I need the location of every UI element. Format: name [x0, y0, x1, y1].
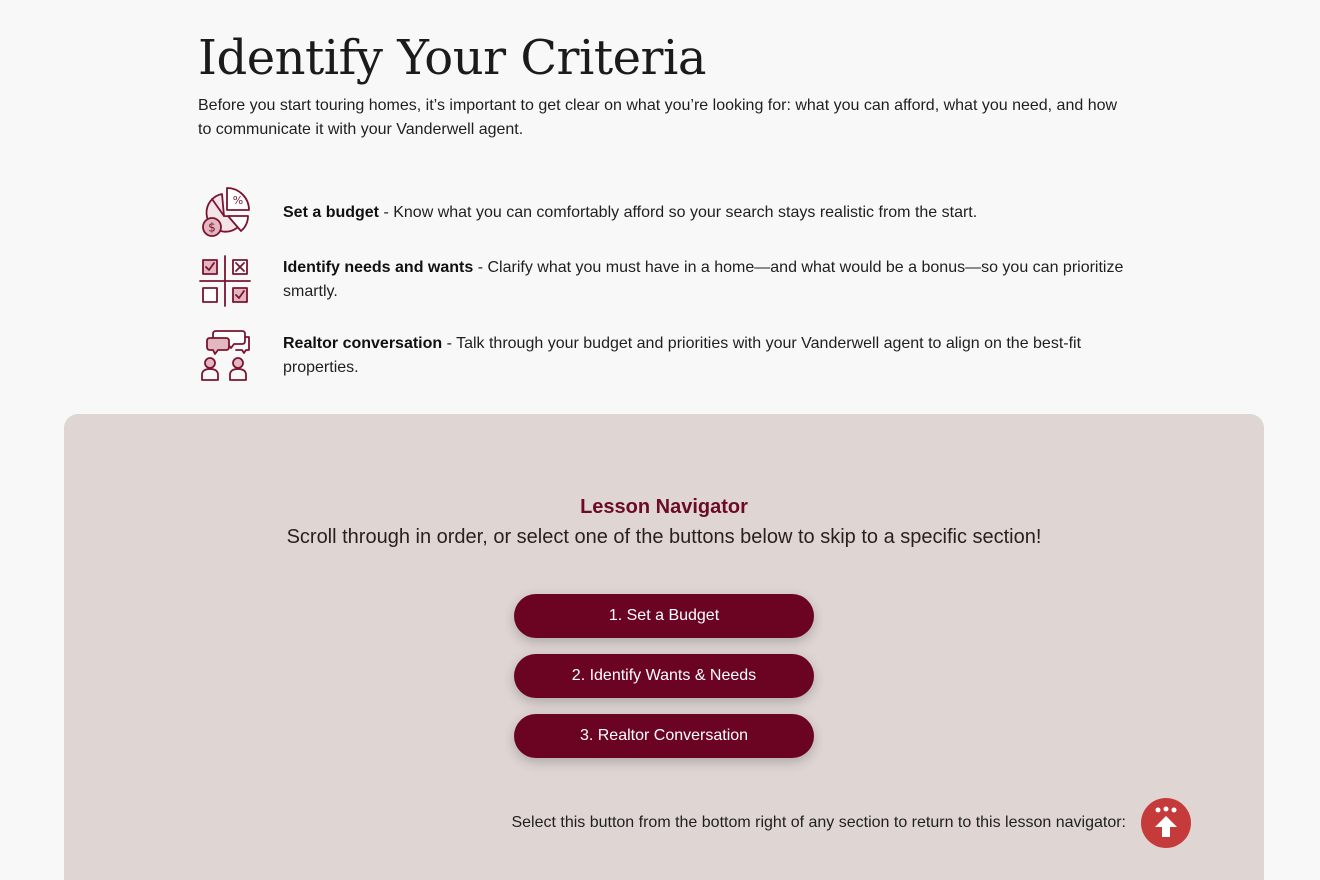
set-budget-button[interactable]: 1. Set a Budget	[514, 594, 814, 638]
return-instruction-text: Select this button from the bottom right…	[511, 814, 1126, 831]
navigator-subtitle: Scroll through in order, or select one o…	[286, 526, 1042, 548]
return-to-navigator-arrow-icon	[1151, 805, 1181, 842]
intro-section: Identify Your Criteria Before you start …	[198, 28, 1128, 142]
intro-paragraph: Before you start touring homes, it’s imp…	[198, 97, 1118, 138]
identify-wants-needs-button[interactable]: 2. Identify Wants & Needs	[514, 654, 814, 698]
criteria-text-needs-wants: Identify needs and wants - Clarify what …	[268, 254, 1128, 304]
criteria-description: - Know what you can comfortably afford s…	[379, 204, 978, 221]
conversation-people-icon	[198, 328, 268, 382]
svg-text:$: $	[208, 221, 216, 235]
navigator-title: Lesson Navigator	[580, 496, 748, 518]
page-title: Identify Your Criteria	[198, 30, 706, 86]
lesson-navigator-panel: Lesson Navigator Scroll through in order…	[64, 414, 1264, 880]
svg-text:%: %	[233, 194, 243, 207]
criteria-title: Realtor conversation	[283, 335, 443, 352]
criteria-item-realtor-conversation: Realtor conversation - Talk through your…	[198, 328, 1128, 382]
criteria-title: Set a budget	[283, 204, 380, 221]
criteria-text-budget: Set a budget - Know what you can comfort…	[268, 186, 977, 225]
realtor-conversation-button[interactable]: 3. Realtor Conversation	[514, 714, 814, 758]
return-to-navigator-button[interactable]	[1141, 798, 1191, 848]
criteria-text-realtor-conversation: Realtor conversation - Talk through your…	[268, 328, 1128, 380]
criteria-title: Identify needs and wants	[283, 259, 474, 276]
criteria-item-budget: $ % Set a budget - Know what you can com…	[198, 186, 1128, 240]
budget-pie-chart-icon: $ %	[198, 186, 268, 240]
criteria-item-needs-wants: Identify needs and wants - Clarify what …	[198, 254, 1128, 308]
needs-wants-checklist-icon	[198, 254, 268, 308]
